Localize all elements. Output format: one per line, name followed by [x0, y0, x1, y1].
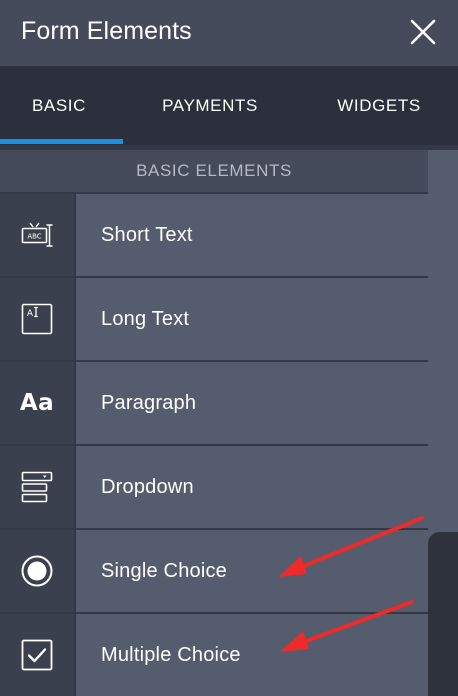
active-tab-indicator	[0, 139, 123, 144]
paragraph-icon: Aa	[19, 390, 55, 416]
short-text-icon: ABC	[21, 222, 53, 247]
tab-payments[interactable]: PAYMENTS	[140, 66, 280, 145]
item-icon-cell	[0, 446, 74, 528]
tab-payments-label: PAYMENTS	[162, 95, 258, 115]
tab-basic[interactable]: BASIC	[0, 66, 118, 145]
long-text-icon-label: A	[27, 309, 34, 319]
close-icon	[410, 19, 436, 45]
item-label-cell: Multiple Choice	[76, 614, 428, 696]
tab-bar: BASIC PAYMENTS WIDGETS	[0, 66, 458, 145]
element-label: Dropdown	[101, 476, 194, 498]
element-single-choice[interactable]: Single Choice	[0, 530, 428, 612]
element-dropdown[interactable]: Dropdown	[0, 446, 428, 528]
tab-basic-label: BASIC	[31, 95, 87, 115]
tab-widgets-label: WIDGETS	[337, 95, 421, 115]
section-title: BASIC ELEMENTS	[136, 161, 292, 180]
element-paragraph[interactable]: Aa Paragraph	[0, 362, 428, 444]
element-long-text[interactable]: A Long Text	[0, 278, 428, 360]
item-icon-cell	[0, 614, 74, 696]
item-label-cell: Paragraph	[76, 362, 428, 444]
section-header: BASIC ELEMENTS	[0, 150, 428, 192]
item-label-cell: Dropdown	[76, 446, 428, 528]
item-icon-cell: A	[0, 278, 74, 360]
item-label-cell: Single Choice	[76, 530, 428, 612]
element-multiple-choice[interactable]: Multiple Choice	[0, 614, 428, 696]
elements-list: ABC Short Text A Long Text Aa Paragraph …	[0, 194, 428, 696]
long-text-icon: A	[21, 303, 53, 335]
form-elements-panel: Form Elements BASIC PAYMENTS WIDGETS BAS…	[0, 0, 458, 696]
element-label: Long Text	[101, 308, 190, 330]
element-label: Multiple Choice	[101, 644, 241, 666]
checkbox-icon	[21, 639, 53, 671]
item-icon-cell: ABC	[0, 194, 74, 276]
element-label: Paragraph	[101, 392, 197, 414]
item-label-cell: Long Text	[76, 278, 428, 360]
tab-widgets[interactable]: WIDGETS	[318, 66, 440, 145]
dropdown-icon	[21, 471, 53, 503]
short-text-icon-label: ABC	[27, 233, 41, 241]
panel-header: Form Elements	[0, 0, 458, 66]
radio-button-icon	[21, 555, 53, 587]
scrollbar-thumb[interactable]	[428, 532, 458, 696]
element-label: Single Choice	[101, 560, 228, 582]
item-icon-cell	[0, 530, 74, 612]
element-short-text[interactable]: ABC Short Text	[0, 194, 428, 276]
panel-title: Form Elements	[21, 17, 192, 45]
close-button[interactable]	[408, 17, 438, 47]
item-label-cell: Short Text	[76, 194, 428, 276]
element-label: Short Text	[101, 224, 193, 246]
item-icon-cell: Aa	[0, 362, 74, 444]
